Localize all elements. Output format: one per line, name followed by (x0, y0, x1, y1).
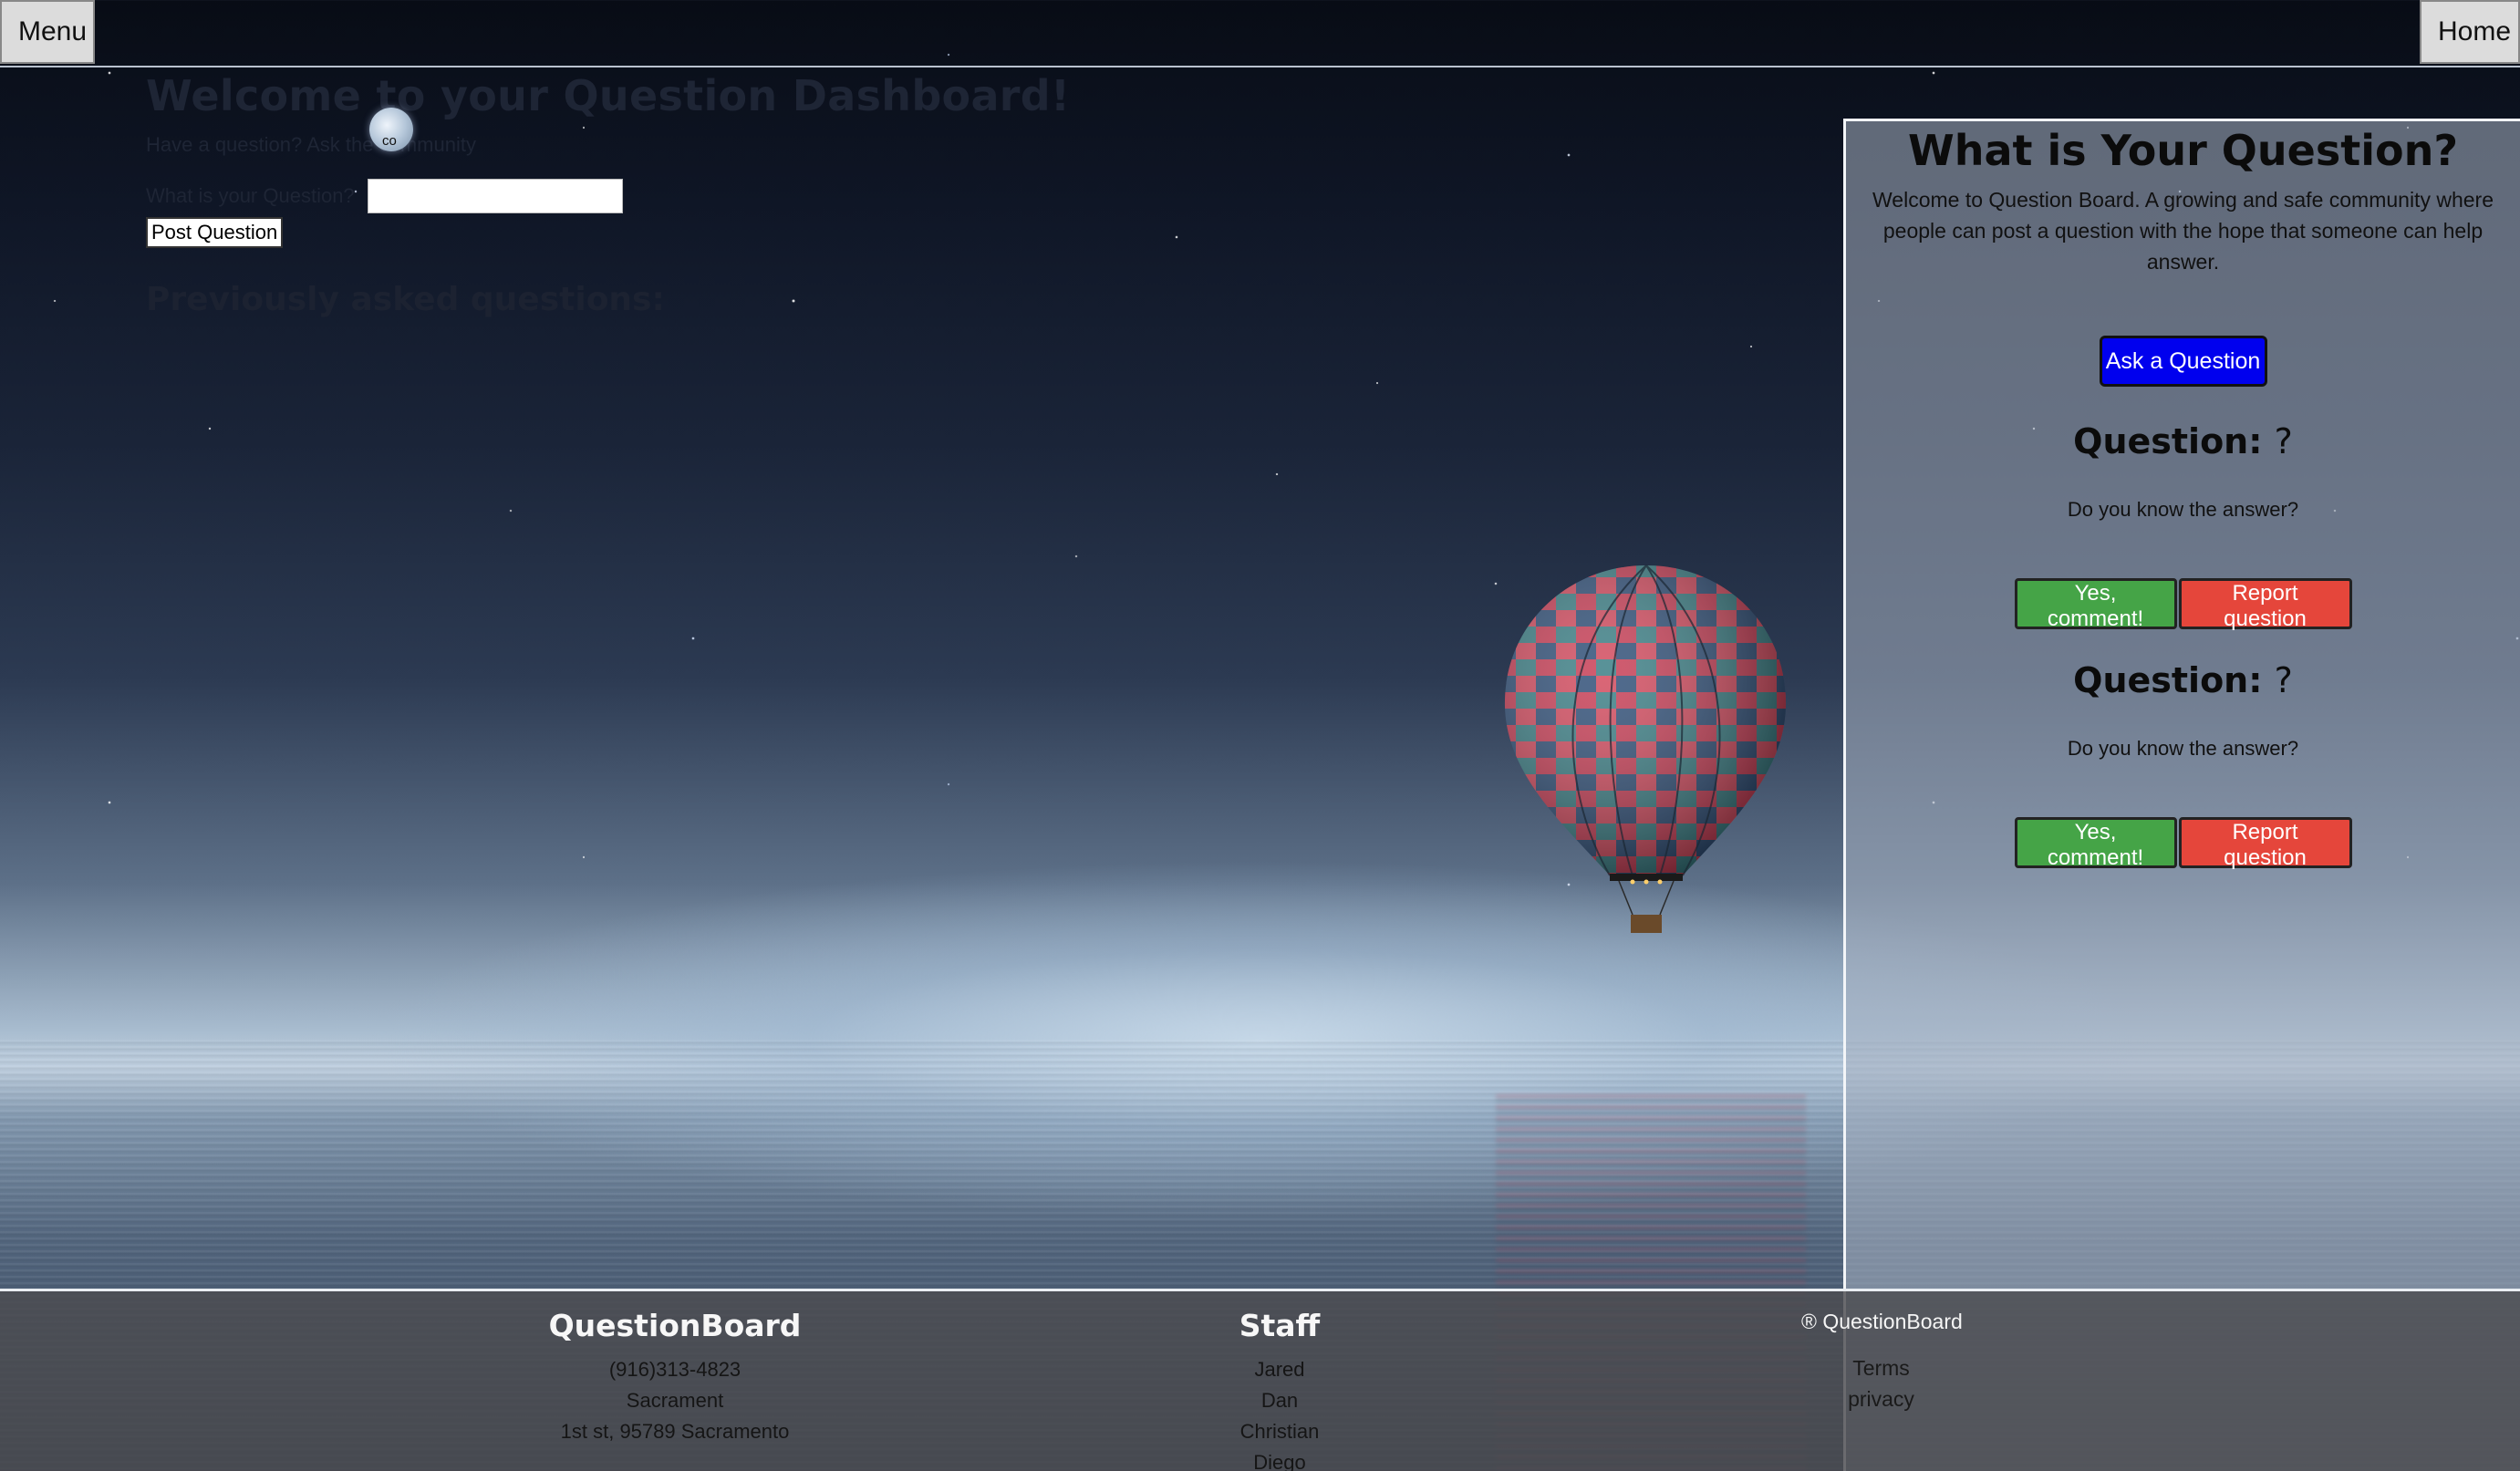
logo-text: co (382, 133, 397, 149)
post-question-button[interactable]: Post Question (146, 217, 284, 248)
footer: QuestionBoard (916)313-4823 Sacrament 1s… (0, 1289, 2520, 1471)
privacy-link[interactable]: privacy (1801, 1383, 1961, 1414)
footer-phone: (916)313-4823 (608, 1358, 741, 1381)
footer-copyright: ® QuestionBoard (1801, 1310, 1963, 1333)
report-question-button[interactable]: Report question (2178, 817, 2352, 870)
staff-member: Christian (1239, 1420, 1320, 1443)
home-button[interactable]: Home (2420, 0, 2520, 64)
question-title-label: Question: (2073, 421, 2263, 461)
footer-brand-title: QuestionBoard (548, 1308, 802, 1343)
panel-intro: Welcome to Question Board. A growing and… (1872, 188, 2494, 274)
question-prompt: Do you know the answer? (2067, 737, 2299, 760)
question-title: Question: ? (1846, 421, 2520, 461)
question-text: ? (2274, 660, 2293, 700)
question-title: Question: ? (1846, 660, 2520, 700)
footer-brand-column: QuestionBoard (916)313-4823 Sacrament 1s… (511, 1308, 839, 1447)
question-card: Question: ? Do you know the answer? Yes,… (1846, 660, 2520, 870)
footer-address: 1st st, 95789 Sacramento (560, 1420, 790, 1443)
footer-staff-column: Staff Jared Dan Christian Diego (1170, 1308, 1389, 1471)
footer-staff-title: Staff (1239, 1308, 1321, 1343)
question-actions: Yes, comment! Report question (1846, 578, 2520, 631)
hot-air-balloon-image (1504, 565, 1787, 933)
question-actions: Yes, comment! Report question (1846, 817, 2520, 870)
previous-questions-heading: Previously asked questions: (146, 281, 665, 318)
question-text: ? (2274, 421, 2293, 461)
question-panel: What is Your Question? Welcome to Questi… (1843, 119, 2520, 1471)
question-card: Question: ? Do you know the answer? Yes,… (1846, 421, 2520, 631)
footer-city: Sacrament (626, 1389, 724, 1412)
question-form-row: What is your Question? (146, 179, 1788, 213)
menu-button[interactable]: Menu (0, 0, 95, 64)
staff-member: Dan (1260, 1389, 1299, 1412)
question-title-label: Question: (2073, 660, 2263, 700)
footer-links: Terms privacy (1801, 1352, 1961, 1414)
question-label: What is your Question? (146, 184, 355, 207)
terms-link[interactable]: Terms (1801, 1352, 1961, 1383)
question-input[interactable] (367, 179, 623, 213)
yes-comment-button[interactable]: Yes, comment! (2014, 817, 2177, 870)
community-logo-icon: co (369, 108, 413, 151)
question-prompt: Do you know the answer? (2067, 498, 2299, 521)
report-question-button[interactable]: Report question (2178, 578, 2352, 631)
top-bar: Menu Home (0, 0, 2520, 67)
footer-legal-column: ® QuestionBoard Terms privacy (1801, 1310, 1984, 1414)
yes-comment-button[interactable]: Yes, comment! (2014, 578, 2177, 631)
staff-member: Diego (1253, 1451, 1306, 1471)
staff-member: Jared (1254, 1358, 1305, 1381)
panel-title: What is Your Question? (1907, 126, 2459, 175)
ask-question-button[interactable]: Ask a Question (2099, 336, 2267, 387)
